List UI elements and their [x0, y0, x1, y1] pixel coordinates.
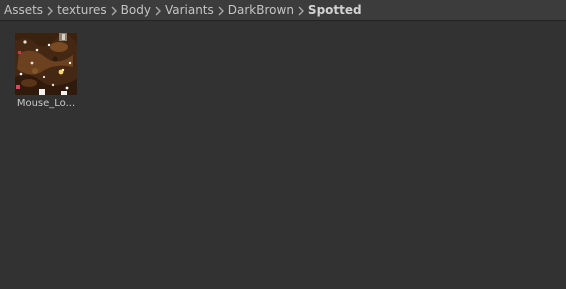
chevron-right-icon: [43, 0, 57, 20]
breadcrumb: Assets textures Body Variants DarkBrown …: [0, 0, 566, 21]
chevron-right-icon: [294, 0, 308, 20]
breadcrumb-item-textures[interactable]: textures: [57, 0, 107, 20]
asset-grid: Mouse_Lo...: [0, 21, 566, 289]
breadcrumb-item-assets[interactable]: Assets: [4, 0, 43, 20]
asset-label: Mouse_Lo...: [16, 98, 76, 109]
chevron-right-icon: [214, 0, 228, 20]
asset-tile[interactable]: Mouse_Lo...: [14, 33, 78, 110]
chevron-right-icon: [107, 0, 121, 20]
breadcrumb-item-current[interactable]: Spotted: [308, 0, 362, 20]
breadcrumb-item-variants[interactable]: Variants: [165, 0, 214, 20]
breadcrumb-item-darkbrown[interactable]: DarkBrown: [228, 0, 294, 20]
project-browser-panel: Assets textures Body Variants DarkBrown …: [0, 0, 566, 289]
breadcrumb-item-body[interactable]: Body: [121, 0, 151, 20]
texture-thumbnail-icon[interactable]: [15, 33, 77, 95]
chevron-right-icon: [151, 0, 165, 20]
